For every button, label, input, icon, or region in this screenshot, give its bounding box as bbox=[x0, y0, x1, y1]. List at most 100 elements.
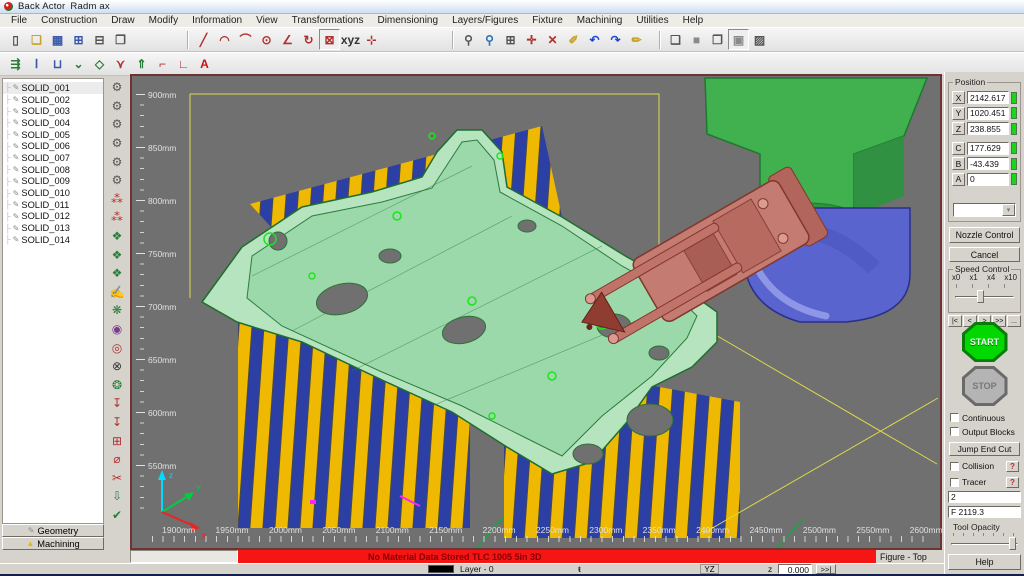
tree-item[interactable]: ├ ✎ SOLID_007 bbox=[3, 152, 103, 164]
tree-item[interactable]: ├ ✎ SOLID_008 bbox=[3, 164, 103, 176]
machining-button[interactable]: ▲ Machining bbox=[2, 537, 104, 550]
tool-icon-gear-6[interactable]: ⚙ bbox=[107, 171, 127, 190]
menu-dimensioning[interactable]: Dimensioning bbox=[370, 14, 445, 27]
toolbar-icon-zoom-plus[interactable]: ⚲ bbox=[479, 29, 500, 50]
toolbar-icon-text-tool[interactable]: A bbox=[194, 54, 215, 75]
viewport-3d-scene[interactable]: z Y X bbox=[132, 76, 940, 548]
toolbar-icon-dim-bracket[interactable]: ⊔ bbox=[47, 54, 68, 75]
tool-icon-points-plane[interactable]: ⁂ bbox=[107, 208, 127, 227]
tool-icon-level-down-2[interactable]: ↧ bbox=[107, 413, 127, 432]
axis-value-field[interactable]: -43.439 bbox=[967, 157, 1009, 170]
toolbar-icon-circle-center[interactable]: ⊙ bbox=[256, 29, 277, 50]
menu-modify[interactable]: Modify bbox=[142, 14, 185, 27]
toolbar-icon-print[interactable]: ⊟ bbox=[89, 29, 110, 50]
menu-view[interactable]: View bbox=[249, 14, 285, 27]
help-button[interactable]: Help bbox=[948, 554, 1021, 570]
tree-item[interactable]: ├ ✎ SOLID_002 bbox=[3, 94, 103, 106]
tool-icon-cut-figures[interactable]: ✂ bbox=[107, 468, 127, 487]
tree-item[interactable]: ├ ✎ SOLID_003 bbox=[3, 105, 103, 117]
axis-value-field[interactable]: 0 bbox=[967, 173, 1009, 186]
menu-fixture[interactable]: Fixture bbox=[525, 14, 570, 27]
step-nav-button[interactable]: ... bbox=[1007, 315, 1021, 327]
axis-value-field[interactable]: 238.855 bbox=[967, 122, 1009, 135]
tool-icon-sphere-a[interactable]: ◉ bbox=[107, 320, 127, 339]
cancel-button[interactable]: Cancel bbox=[949, 247, 1020, 262]
tool-icon-level-down-1[interactable]: ↧ bbox=[107, 394, 127, 413]
tool-icon-gear-3[interactable]: ⚙ bbox=[107, 115, 127, 134]
tool-icon-gear-1[interactable]: ⚙ bbox=[107, 78, 127, 97]
tree-item[interactable]: ├ ✎ SOLID_010 bbox=[3, 187, 103, 199]
toolbar-icon-dim-diamond[interactable]: ◇ bbox=[89, 54, 110, 75]
toolbar-icon-arc[interactable]: ⌒ bbox=[235, 29, 256, 50]
toolbar-icon-highlighter[interactable]: ✏ bbox=[626, 29, 647, 50]
menu-layers-figures[interactable]: Layers/Figures bbox=[445, 14, 525, 27]
toolbar-icon-save-file[interactable]: ▦ bbox=[47, 29, 68, 50]
jump-end-cut-button[interactable]: Jump End Cut bbox=[949, 442, 1020, 456]
menu-transformations[interactable]: Transformations bbox=[285, 14, 371, 27]
tool-icon-accept-check[interactable]: ✔ bbox=[107, 506, 127, 525]
toolbar-icon-view-cube-solid[interactable]: ■ bbox=[686, 29, 707, 50]
toolbar-icon-zoom[interactable]: ⚲ bbox=[458, 29, 479, 50]
tracer-checkbox[interactable] bbox=[950, 478, 959, 487]
stop-button[interactable]: STOP bbox=[962, 366, 1008, 406]
toolbar-icon-zoom-window[interactable]: ⊞ bbox=[500, 29, 521, 50]
tree-item[interactable]: ├ ✎ SOLID_005 bbox=[3, 129, 103, 141]
step-nav-button[interactable]: |< bbox=[948, 315, 962, 327]
toolbar-icon-batch-save[interactable]: ⊞ bbox=[68, 29, 89, 50]
toolbar-icon-dim-right-angle[interactable]: ∟ bbox=[173, 54, 194, 75]
menu-information[interactable]: Information bbox=[185, 14, 249, 27]
menu-draw[interactable]: Draw bbox=[104, 14, 141, 27]
toolbar-icon-xyz-coords[interactable]: xyz bbox=[340, 29, 361, 50]
menu-machining[interactable]: Machining bbox=[570, 14, 630, 27]
toolbar-icon-view-cube-shaded[interactable]: ▣ bbox=[728, 29, 749, 50]
tree-item[interactable]: ├ ✎ SOLID_009 bbox=[3, 176, 103, 188]
collision-help-button[interactable]: ? bbox=[1006, 461, 1019, 472]
tool-icon-surface-3[interactable]: ❖ bbox=[107, 264, 127, 283]
tree-item[interactable]: ├ ✎ SOLID_006 bbox=[3, 140, 103, 152]
toolbar-icon-dim-arrow[interactable]: ⇑ bbox=[131, 54, 152, 75]
chevron-down-icon[interactable]: ▾ bbox=[1002, 204, 1015, 216]
tool-icon-points-scatter[interactable]: ⁂ bbox=[107, 190, 127, 209]
tool-icon-gear-5[interactable]: ⚙ bbox=[107, 152, 127, 171]
toolbar-icon-dim-vee[interactable]: ⌄ bbox=[68, 54, 89, 75]
toolbar-icon-tangent-arc[interactable]: ◠ bbox=[214, 29, 235, 50]
toolbar-icon-angle[interactable]: ∠ bbox=[277, 29, 298, 50]
tool-icon-balls-green[interactable]: ❂ bbox=[107, 376, 127, 395]
menu-utilities[interactable]: Utilities bbox=[629, 14, 675, 27]
count-field[interactable]: 2 bbox=[948, 491, 1021, 503]
axis-value-field[interactable]: 1020.451 bbox=[967, 107, 1009, 120]
toolbar-icon-view-cube-wire[interactable]: ❑ bbox=[665, 29, 686, 50]
geometry-button[interactable]: ✎ Geometry bbox=[2, 524, 104, 537]
toolbar-icon-view-cube-open[interactable]: ❒ bbox=[707, 29, 728, 50]
tool-icon-sphere-b[interactable]: ◎ bbox=[107, 338, 127, 357]
checkbox[interactable] bbox=[950, 413, 959, 422]
tool-icon-gear-4[interactable]: ⚙ bbox=[107, 134, 127, 153]
toolbar-icon-dim-move[interactable]: ⇶ bbox=[5, 54, 26, 75]
toolbar-icon-dim-corner[interactable]: ⌐ bbox=[152, 54, 173, 75]
more-button[interactable]: >>| bbox=[816, 564, 836, 574]
current-color-swatch[interactable] bbox=[428, 565, 454, 573]
toolbar-icon-measure-pen[interactable]: ✐ bbox=[563, 29, 584, 50]
tree-item[interactable]: ├ ✎ SOLID_011 bbox=[3, 199, 103, 211]
toolbar-icon-snap-grid[interactable]: ⊹ bbox=[361, 29, 382, 50]
tool-icon-surface-1[interactable]: ❖ bbox=[107, 227, 127, 246]
toolbar-icon-open-file[interactable]: ❏ bbox=[26, 29, 47, 50]
nozzle-control-button[interactable]: Nozzle Control bbox=[949, 227, 1020, 243]
feed-rate-field[interactable]: F 2119.3 bbox=[948, 506, 1021, 518]
tool-icon-surface-2[interactable]: ❖ bbox=[107, 245, 127, 264]
tree-item[interactable]: ├ ✎ SOLID_004 bbox=[3, 117, 103, 129]
menu-help[interactable]: Help bbox=[676, 14, 711, 27]
toolbar-icon-zoom-shrink[interactable]: ✕ bbox=[542, 29, 563, 50]
checkbox[interactable] bbox=[950, 427, 959, 436]
toolbar-icon-redo[interactable]: ↷ bbox=[605, 29, 626, 50]
tool-icon-grid-table[interactable]: ⊞ bbox=[107, 431, 127, 450]
viewport-3d[interactable]: z Y X 900mm850mm800mm750mm700mm650mm600m… bbox=[130, 74, 942, 550]
toolbar-icon-box-delete[interactable]: ⊠ bbox=[319, 29, 340, 50]
speed-slider-thumb[interactable] bbox=[977, 290, 984, 303]
tool-icon-export-doc[interactable]: ⇩ bbox=[107, 487, 127, 506]
axis-value-field[interactable]: 177.629 bbox=[967, 142, 1009, 155]
toolbar-icon-copy-figure[interactable]: ❐ bbox=[110, 29, 131, 50]
toolbar-icon-line[interactable]: ╱ bbox=[193, 29, 214, 50]
tool-opacity-thumb[interactable] bbox=[1009, 537, 1016, 550]
menu-file[interactable]: File bbox=[4, 14, 34, 27]
